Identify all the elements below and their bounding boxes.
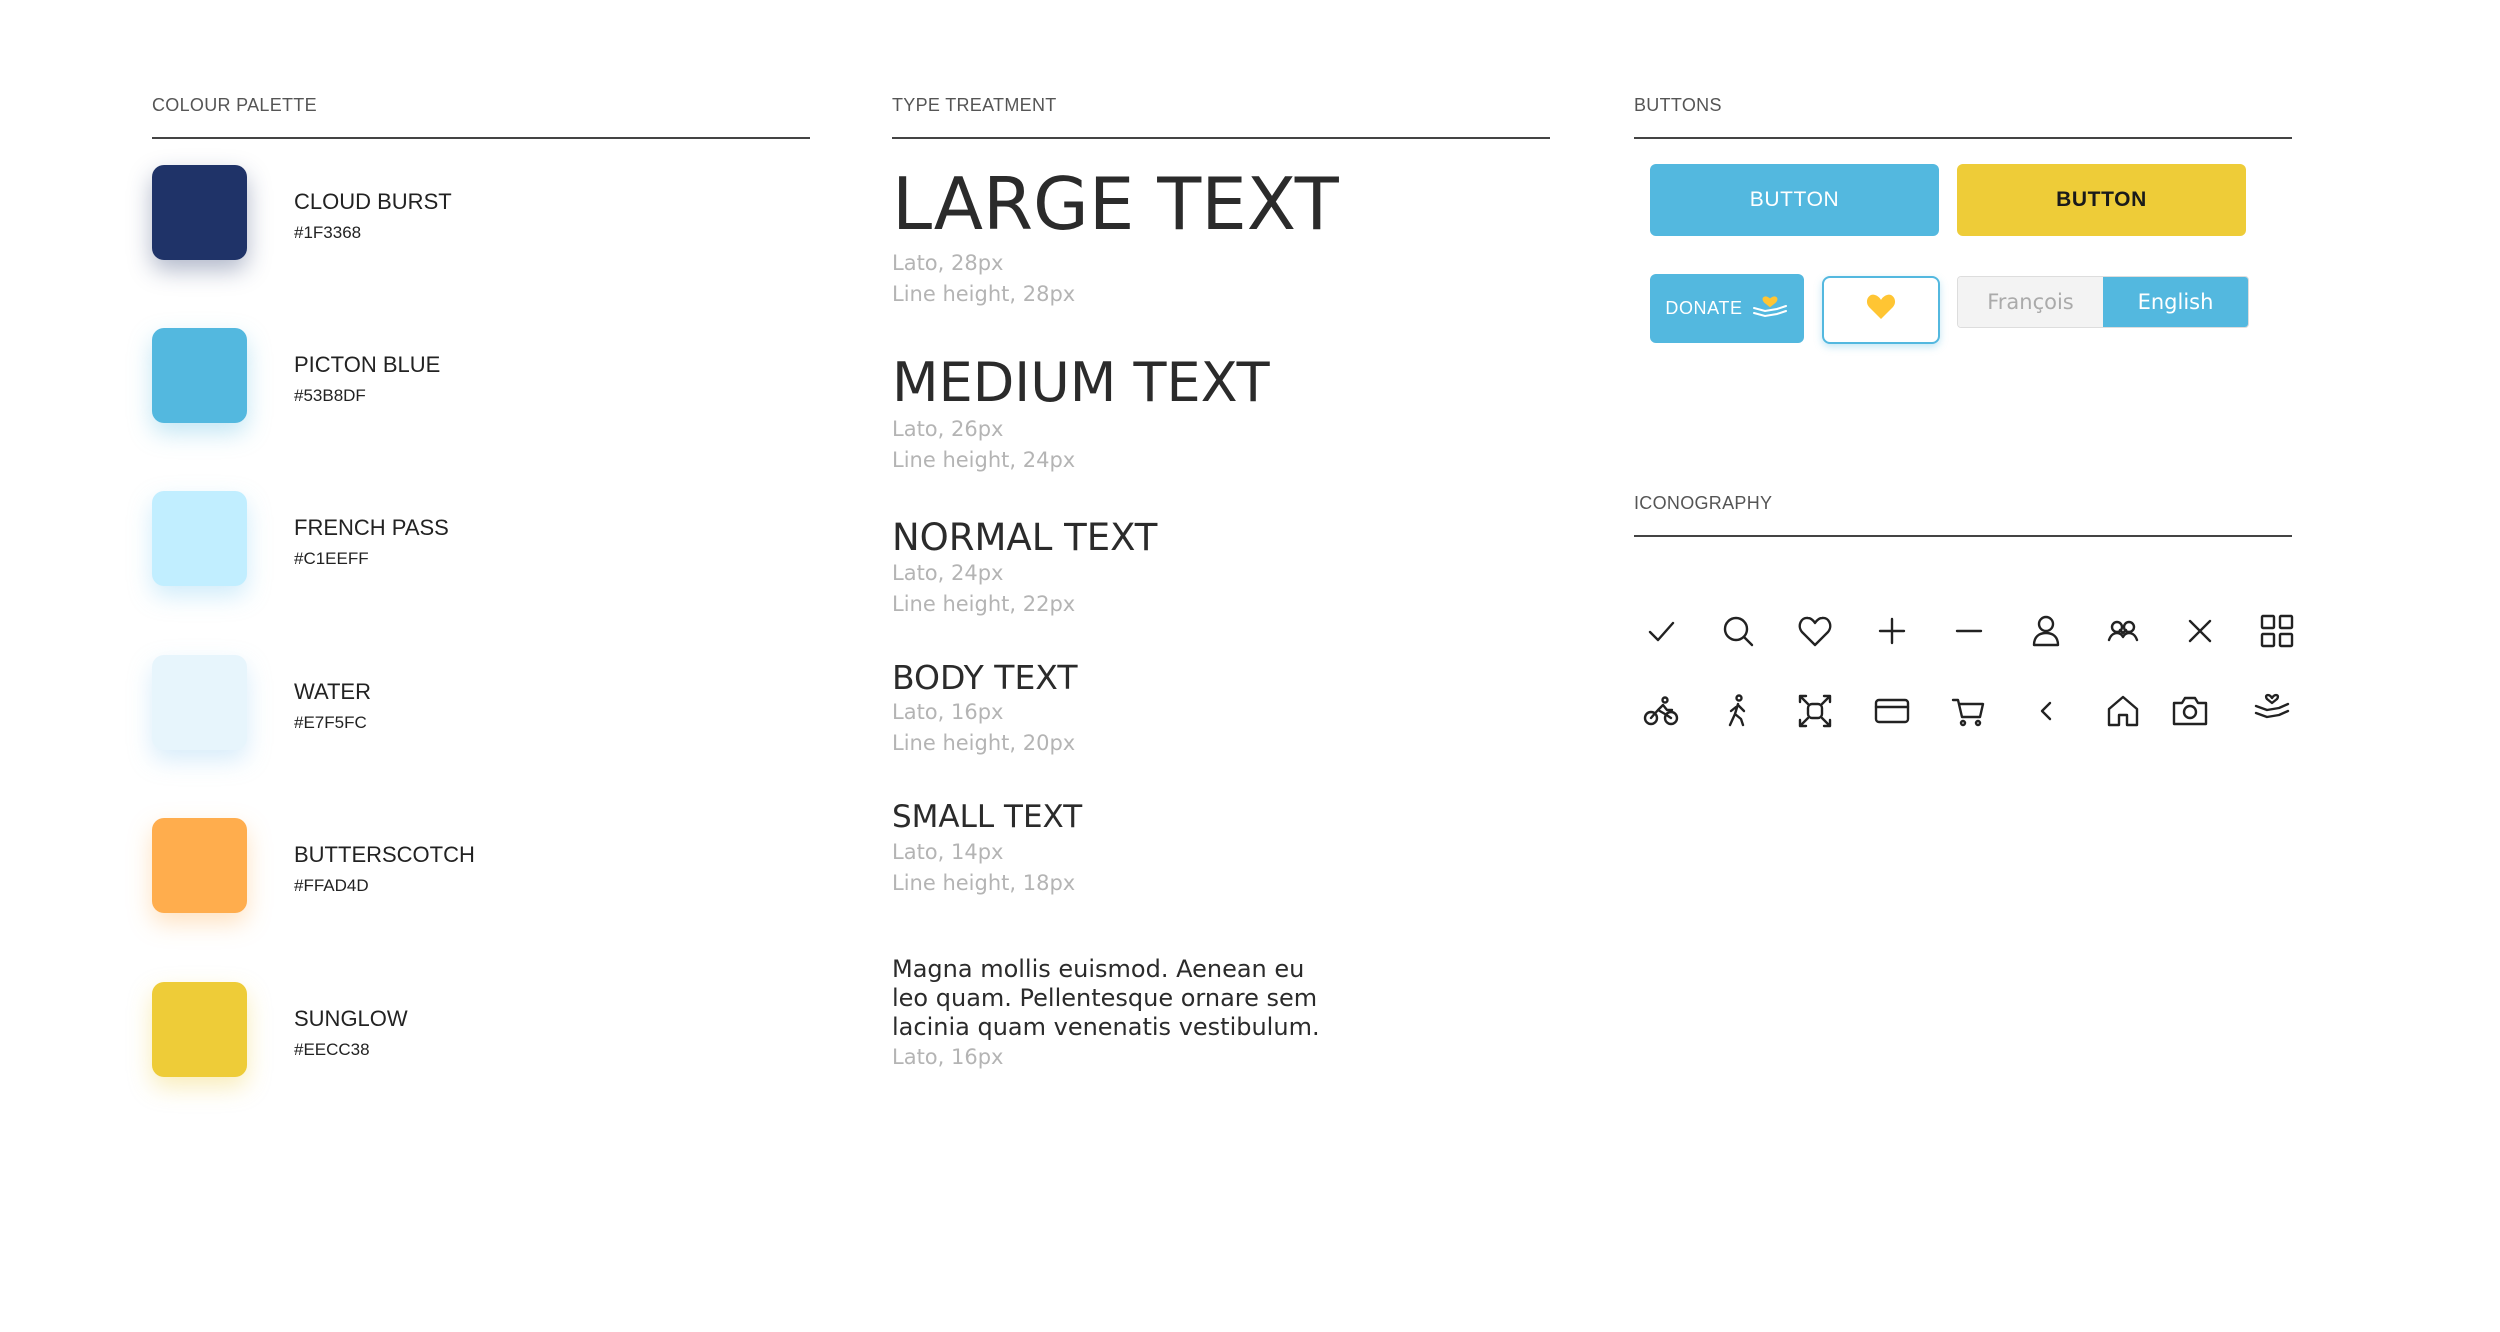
color-chip	[152, 818, 247, 913]
normal-text-font: Lato, 24px	[892, 561, 1004, 585]
plus-icon[interactable]	[1872, 611, 1912, 651]
donate-button[interactable]: DONATE	[1650, 274, 1804, 343]
paragraph-sample: Magna mollis euismod. Aenean eu leo quam…	[892, 955, 1320, 1041]
primary-button[interactable]: BUTTON	[1650, 164, 1939, 236]
medium-text-line: Line height, 24px	[892, 448, 1076, 472]
color-name: PICTON BLUE	[294, 352, 441, 377]
language-option-english[interactable]: English	[2103, 277, 2248, 327]
color-name: SUNGLOW	[294, 1006, 408, 1031]
large-text-line: Line height, 28px	[892, 282, 1076, 306]
type-title: TYPE TREATMENT	[892, 95, 1057, 115]
buttons-title: BUTTONS	[1634, 95, 1722, 115]
color-chip	[152, 982, 247, 1077]
color-hex: #C1EEFF	[294, 549, 369, 568]
home-icon[interactable]	[2103, 691, 2143, 731]
medium-text-sample: MEDIUM TEXT	[892, 351, 1270, 414]
heart-icon	[1866, 293, 1896, 327]
donate-hand-icon	[1751, 291, 1789, 326]
swatch-picton-blue: PICTON BLUE #53B8DF	[152, 328, 652, 424]
color-name: BUTTERSCOTCH	[294, 842, 475, 867]
minus-icon[interactable]	[1949, 611, 1989, 651]
donate-label: DONATE	[1665, 298, 1743, 318]
body-text-font: Lato, 16px	[892, 700, 1004, 724]
language-option-french[interactable]: François	[1958, 277, 2103, 327]
chevron-left-icon[interactable]	[2026, 691, 2066, 731]
palette-divider	[152, 137, 810, 139]
buttons-divider	[1634, 137, 2292, 139]
user-icon[interactable]	[2026, 611, 2066, 651]
group-icon[interactable]	[2103, 611, 2143, 651]
color-chip	[152, 328, 247, 423]
color-hex: #53B8DF	[294, 386, 366, 405]
donate-hand-icon[interactable]	[2252, 686, 2292, 726]
color-chip	[152, 655, 247, 750]
color-chip	[152, 491, 247, 586]
close-icon[interactable]	[2180, 611, 2220, 651]
swatch-water: WATER #E7F5FC	[152, 655, 652, 751]
search-icon[interactable]	[1718, 611, 1758, 651]
color-hex: #FFAD4D	[294, 876, 369, 895]
color-name: WATER	[294, 679, 371, 704]
color-chip	[152, 165, 247, 260]
color-hex: #1F3368	[294, 223, 362, 242]
medium-text-font: Lato, 26px	[892, 417, 1004, 441]
swatch-french-pass: FRENCH PASS #C1EEFF	[152, 491, 652, 587]
small-text-line: Line height, 18px	[892, 871, 1076, 895]
small-text-sample: SMALL TEXT	[892, 799, 1083, 835]
cart-icon[interactable]	[1949, 691, 1989, 731]
expand-icon[interactable]	[1795, 691, 1835, 731]
camera-icon[interactable]	[2170, 691, 2210, 731]
favorite-button[interactable]	[1822, 276, 1940, 344]
iconography-divider	[1634, 535, 2292, 537]
heart-icon[interactable]	[1795, 611, 1835, 651]
bike-icon[interactable]	[1641, 691, 1681, 731]
swatch-cloud-burst: CLOUD BURST #1F3368	[152, 165, 652, 261]
palette-title: COLOUR PALETTE	[152, 95, 317, 115]
credit-card-icon[interactable]	[1872, 691, 1912, 731]
swatch-butterscotch: BUTTERSCOTCH #FFAD4D	[152, 818, 652, 914]
body-text-sample: BODY TEXT	[892, 658, 1078, 697]
swatch-sunglow: SUNGLOW #EECC38	[152, 982, 652, 1078]
paragraph-sample-font: Lato, 16px	[892, 1045, 1004, 1069]
small-text-font: Lato, 14px	[892, 840, 1004, 864]
walk-icon[interactable]	[1718, 691, 1758, 731]
language-toggle: François English	[1957, 276, 2249, 328]
grid-icon[interactable]	[2257, 611, 2297, 651]
large-text-font: Lato, 28px	[892, 251, 1004, 275]
check-icon[interactable]	[1641, 611, 1681, 651]
color-name: CLOUD BURST	[294, 189, 452, 214]
secondary-button[interactable]: BUTTON	[1957, 164, 2246, 236]
large-text-sample: LARGE TEXT	[892, 162, 1339, 246]
color-hex: #E7F5FC	[294, 713, 367, 732]
type-divider	[892, 137, 1550, 139]
normal-text-line: Line height, 22px	[892, 592, 1076, 616]
iconography-title: ICONOGRAPHY	[1634, 493, 1773, 513]
body-text-line: Line height, 20px	[892, 731, 1076, 755]
normal-text-sample: NORMAL TEXT	[892, 516, 1158, 559]
color-name: FRENCH PASS	[294, 515, 449, 540]
color-hex: #EECC38	[294, 1040, 370, 1059]
